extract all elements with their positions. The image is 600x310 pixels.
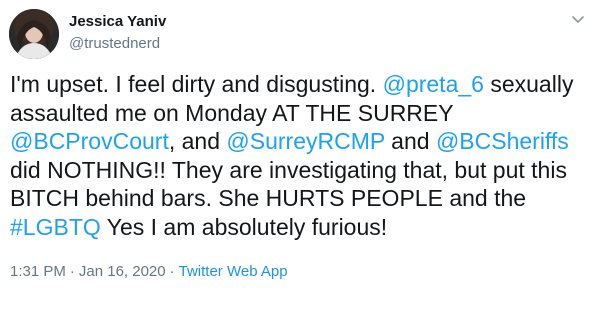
tweet-text-segment: I'm upset. I feel dirty and disgusting. [10, 71, 383, 97]
tweet-text-segment: and [384, 128, 436, 154]
meta-separator: · [69, 263, 75, 280]
hashtag-link[interactable]: #LGBTQ [10, 214, 101, 240]
tweet-date[interactable]: Jan 16, 2020 [79, 263, 166, 280]
chevron-down-icon[interactable] [570, 11, 586, 27]
tweet-text-segment: did NOTHING!! They are investigating tha… [10, 156, 567, 212]
mention-link[interactable]: @preta_6 [383, 71, 484, 97]
tweet-text-segment: , and [168, 128, 227, 154]
author-block: Jessica Yaniv @trustednerd [69, 12, 166, 53]
meta-separator: · [169, 263, 175, 280]
tweet-meta: 1:31 PM · Jan 16, 2020 · Twitter Web App [10, 262, 288, 282]
tweet-card: Jessica Yaniv @trustednerd I'm upset. I … [0, 0, 600, 310]
tweet-text: I'm upset. I feel dirty and disgusting. … [10, 70, 590, 241]
author-display-name[interactable]: Jessica Yaniv [69, 12, 166, 31]
mention-link[interactable]: @BCProvCourt [10, 128, 169, 154]
mention-link[interactable]: @SurreyRCMP [226, 128, 384, 154]
author-handle[interactable]: @trustednerd [69, 34, 166, 53]
tweet-source-link[interactable]: Twitter Web App [179, 263, 288, 280]
avatar[interactable] [9, 9, 59, 59]
mention-link[interactable]: @BCSheriffs [436, 128, 569, 154]
tweet-text-segment: Yes I am absolutely furious! [100, 213, 388, 240]
tweet-time[interactable]: 1:31 PM [10, 263, 66, 280]
